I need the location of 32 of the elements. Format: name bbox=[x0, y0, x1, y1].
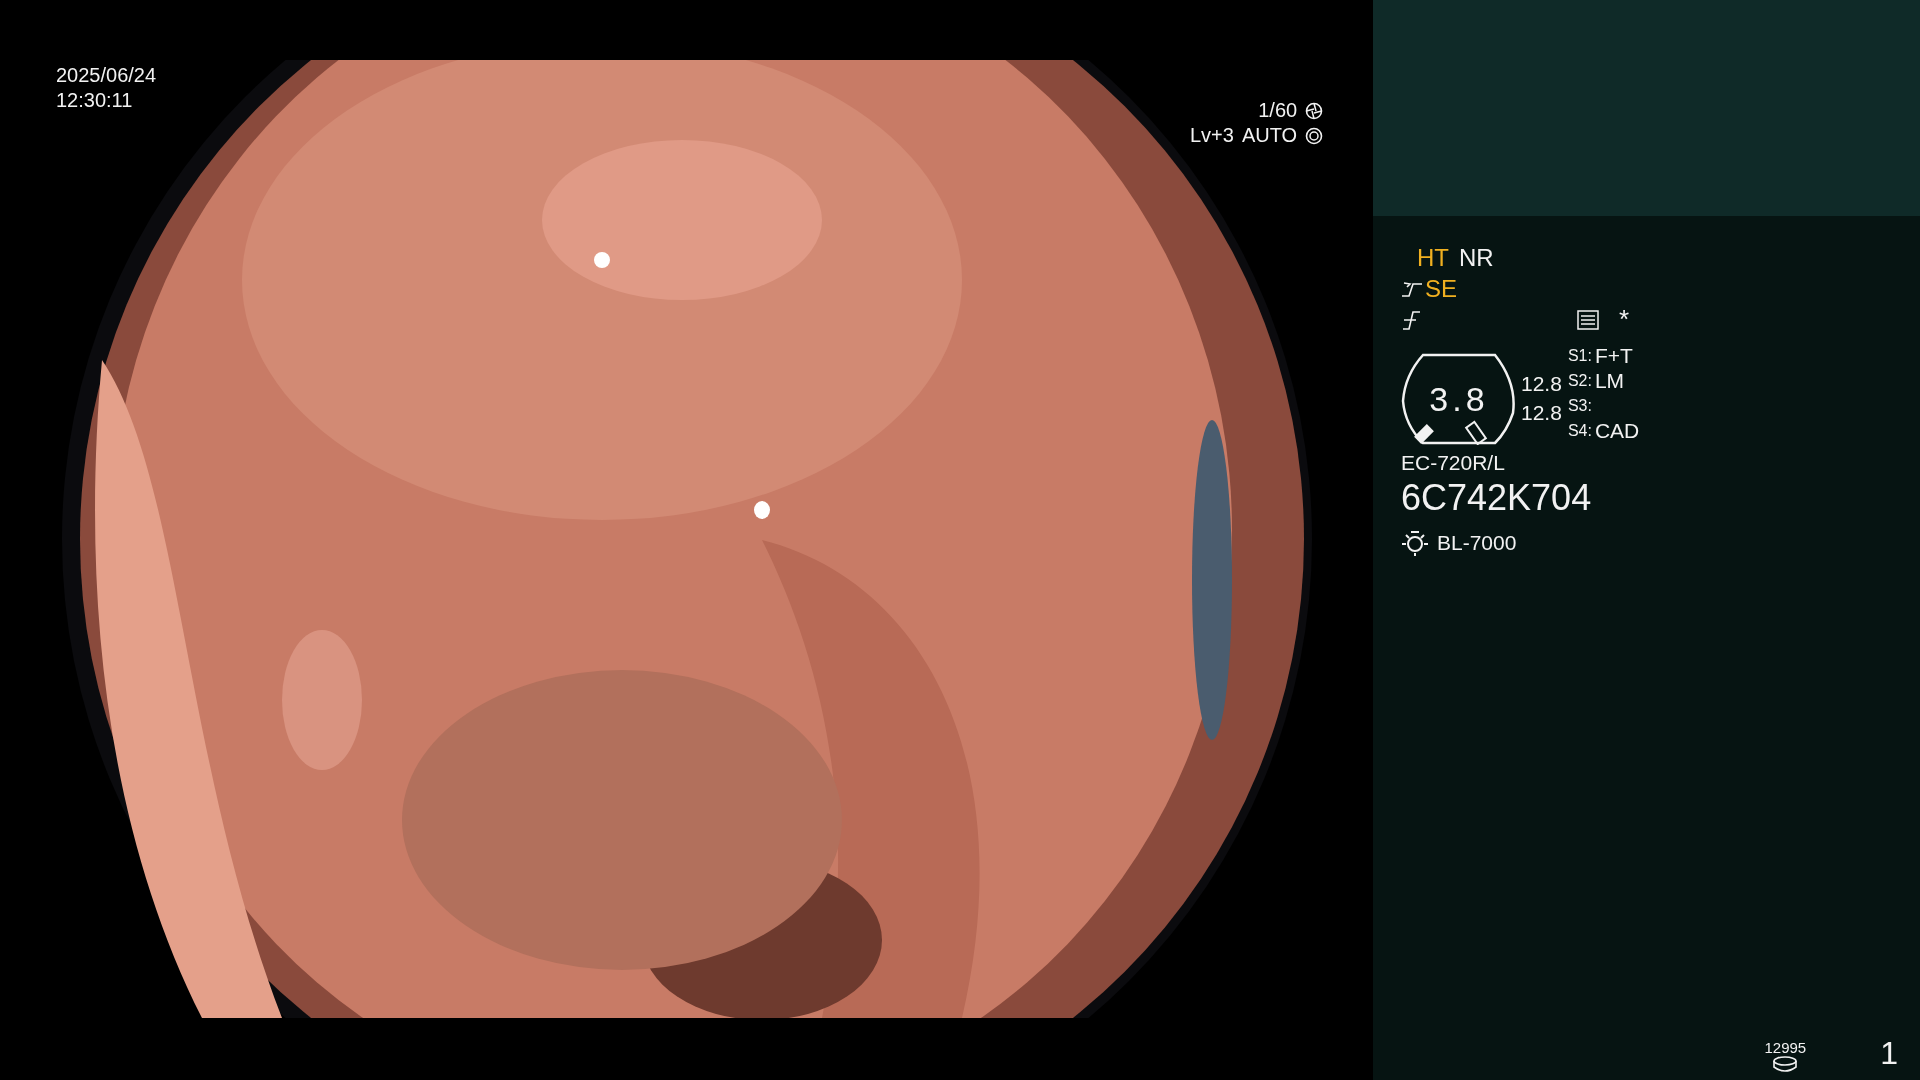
mode-indicator: HT bbox=[1417, 243, 1449, 272]
storage-count-text: 12995 bbox=[1764, 1039, 1807, 1056]
shutter-icon bbox=[1305, 101, 1324, 120]
scope-model-text: EC-720R/L bbox=[1401, 451, 1506, 475]
switch-label: S3: bbox=[1567, 396, 1592, 416]
switch-value: CAD bbox=[1594, 418, 1640, 443]
serial-number-text: 6C742K704 bbox=[1401, 477, 1593, 519]
reading-text: 12.8 bbox=[1521, 371, 1562, 397]
lamp-icon bbox=[1401, 529, 1429, 557]
switch-label: S4: bbox=[1567, 421, 1592, 441]
mode-indicator: NR bbox=[1459, 243, 1494, 272]
switch-label: S1: bbox=[1567, 346, 1592, 366]
switch-value: F+T bbox=[1594, 343, 1633, 368]
reading-text: 12.8 bbox=[1521, 400, 1562, 426]
date-text: 2025/06/24 bbox=[56, 63, 157, 88]
iris-icon bbox=[1305, 126, 1324, 145]
brightness-level-text: Lv+3 bbox=[1190, 123, 1234, 148]
disk-icon bbox=[1772, 1056, 1799, 1072]
time-text: 12:30:11 bbox=[56, 88, 133, 113]
switch-label: S2: bbox=[1567, 371, 1592, 391]
gauge-icon bbox=[1401, 353, 1517, 445]
curve-icon bbox=[1401, 280, 1423, 297]
gauge-value: 3.8 bbox=[1429, 379, 1489, 419]
asterisk-mark: * bbox=[1619, 304, 1630, 335]
settings-list-icon bbox=[1577, 309, 1599, 330]
page-number-text: 1 bbox=[1880, 1035, 1898, 1072]
function-icon bbox=[1401, 309, 1421, 330]
iris-mode-text: AUTO bbox=[1241, 123, 1298, 148]
shutter-speed-text: 1/60 bbox=[1258, 98, 1298, 123]
switch-value: LM bbox=[1594, 368, 1625, 393]
mode-indicator: SE bbox=[1425, 274, 1457, 303]
light-source-text: BL-7000 bbox=[1437, 531, 1517, 555]
